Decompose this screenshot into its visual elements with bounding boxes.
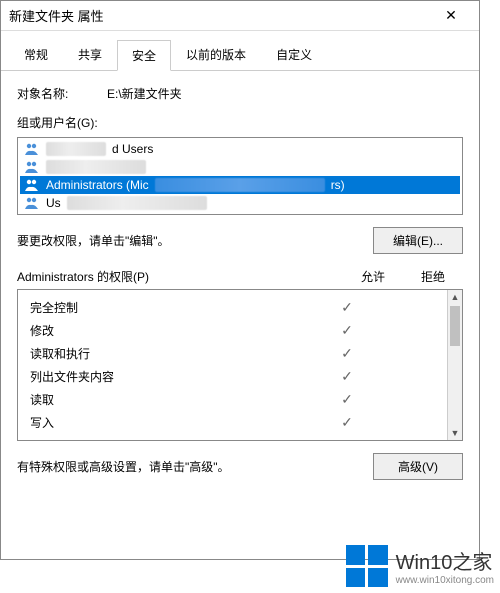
tab-customize[interactable]: 自定义 — [261, 39, 327, 70]
tab-previous-versions[interactable]: 以前的版本 — [171, 39, 261, 70]
users-icon — [24, 178, 40, 192]
permission-row: 列出文件夹内容 ✓ — [22, 365, 445, 388]
window-title: 新建文件夹 属性 — [9, 6, 431, 25]
permission-name: 完全控制 — [30, 299, 317, 316]
permission-name: 读取 — [30, 391, 317, 408]
permission-row: 修改 ✓ — [22, 319, 445, 342]
list-item-label: Administrators (Mic — [46, 178, 149, 192]
advanced-hint: 有特殊权限或高级设置，请单击"高级"。 — [17, 458, 373, 475]
list-item-selected[interactable]: Administrators (Mic rs) — [20, 176, 460, 194]
groups-label: 组或用户名(G): — [17, 114, 463, 131]
list-item[interactable] — [20, 158, 460, 176]
allow-check-icon: ✓ — [317, 299, 377, 316]
allow-check-icon: ✓ — [317, 368, 377, 385]
advanced-button[interactable]: 高级(V) — [373, 453, 463, 480]
close-button[interactable]: ✕ — [431, 2, 471, 30]
tab-content: 对象名称: E:\新建文件夹 组或用户名(G): d Users Adminis… — [1, 71, 479, 506]
tab-strip: 常规 共享 安全 以前的版本 自定义 — [1, 35, 479, 71]
scroll-thumb[interactable] — [450, 306, 460, 346]
permission-name: 写入 — [30, 414, 317, 431]
permissions-header: Administrators 的权限(P) 允许 拒绝 — [17, 268, 463, 285]
list-item-tail: rs) — [331, 178, 345, 192]
watermark-url: www.win10xitong.com — [396, 575, 494, 586]
tab-security[interactable]: 安全 — [117, 40, 171, 71]
tab-general[interactable]: 常规 — [9, 39, 63, 70]
properties-dialog: 新建文件夹 属性 ✕ 常规 共享 安全 以前的版本 自定义 对象名称: E:\新… — [0, 0, 480, 560]
users-icon — [24, 160, 40, 174]
windows-logo-icon — [346, 545, 388, 587]
scroll-up-icon[interactable]: ▲ — [448, 290, 462, 304]
scroll-down-icon[interactable]: ▼ — [448, 426, 462, 440]
allow-check-icon: ✓ — [317, 391, 377, 408]
allow-check-icon: ✓ — [317, 414, 377, 431]
users-icon — [24, 142, 40, 156]
watermark: Win10之家 www.win10xitong.com — [346, 545, 494, 587]
edit-hint: 要更改权限，请单击"编辑"。 — [17, 232, 373, 249]
permissions-label: Administrators 的权限(P) — [17, 268, 343, 285]
list-item-label: Us — [46, 196, 61, 210]
blurred-text — [46, 142, 106, 156]
object-name-row: 对象名称: E:\新建文件夹 — [17, 85, 463, 102]
permission-row: 写入 ✓ — [22, 411, 445, 434]
groups-listbox[interactable]: d Users Administrators (Mic rs) Us — [17, 137, 463, 215]
watermark-title: Win10之家 — [396, 546, 494, 575]
allow-check-icon: ✓ — [317, 322, 377, 339]
list-item[interactable]: d Users — [20, 140, 460, 158]
permission-row: 读取和执行 ✓ — [22, 342, 445, 365]
object-name-label: 对象名称: — [17, 85, 107, 102]
edit-button[interactable]: 编辑(E)... — [373, 227, 463, 254]
scrollbar[interactable]: ▲ ▼ — [447, 290, 462, 440]
permission-row: 读取 ✓ — [22, 388, 445, 411]
object-name-value: E:\新建文件夹 — [107, 85, 182, 102]
titlebar: 新建文件夹 属性 ✕ — [1, 1, 479, 31]
permission-name: 读取和执行 — [30, 345, 317, 362]
list-item-label: d Users — [112, 142, 153, 156]
close-icon: ✕ — [445, 7, 457, 24]
tab-sharing[interactable]: 共享 — [63, 39, 117, 70]
allow-header: 允许 — [343, 268, 403, 285]
permission-name: 修改 — [30, 322, 317, 339]
users-icon — [24, 196, 40, 210]
advanced-row: 有特殊权限或高级设置，请单击"高级"。 高级(V) — [17, 453, 463, 480]
watermark-text: Win10之家 www.win10xitong.com — [396, 546, 494, 586]
permission-name: 列出文件夹内容 — [30, 368, 317, 385]
allow-check-icon: ✓ — [317, 345, 377, 362]
blurred-text — [46, 160, 146, 174]
edit-row: 要更改权限，请单击"编辑"。 编辑(E)... — [17, 227, 463, 254]
permission-row: 完全控制 ✓ — [22, 296, 445, 319]
permissions-listbox[interactable]: 完全控制 ✓ 修改 ✓ 读取和执行 ✓ 列出文件夹内容 ✓ — [17, 289, 463, 441]
list-item[interactable]: Us — [20, 194, 460, 212]
deny-header: 拒绝 — [403, 268, 463, 285]
permissions-rows: 完全控制 ✓ 修改 ✓ 读取和执行 ✓ 列出文件夹内容 ✓ — [18, 290, 462, 440]
blurred-text — [67, 196, 207, 210]
blurred-text — [155, 178, 325, 192]
